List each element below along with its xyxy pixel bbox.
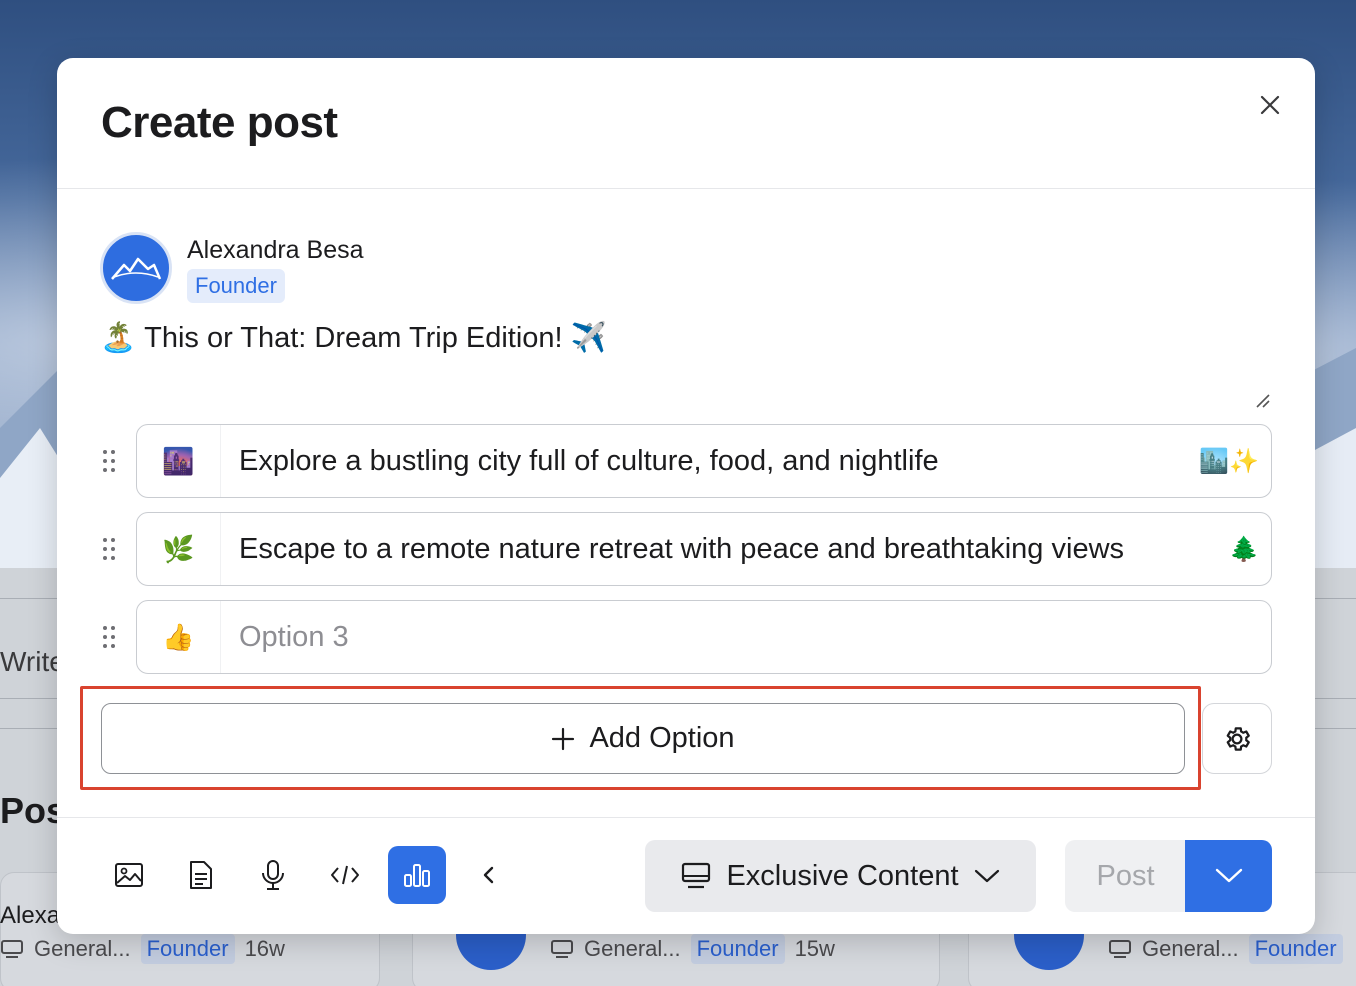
author-role-badge: Founder — [187, 269, 285, 303]
monitor-icon — [682, 862, 711, 889]
poll-icon — [404, 864, 430, 887]
island-emoji: 🏝️ — [100, 322, 137, 354]
poll-option-field: 👍 — [136, 600, 1272, 674]
chevron-down-icon — [1215, 868, 1242, 883]
add-option-button[interactable]: Add Option — [101, 703, 1185, 774]
background-category: General... — [1142, 936, 1239, 961]
background-age: 15w — [794, 936, 835, 961]
add-code-button[interactable] — [316, 846, 374, 904]
gear-icon — [1226, 726, 1250, 751]
poll-settings-button[interactable] — [1202, 703, 1272, 774]
poll-option-row: 🌿 🌲 — [101, 512, 1272, 586]
background-age: 16w — [244, 936, 285, 961]
poll-option-input[interactable] — [221, 513, 1230, 585]
background-post-meta: General... Founder — [1108, 934, 1343, 964]
post-options-dropdown[interactable] — [1185, 840, 1272, 912]
modal-title: Create post — [101, 98, 338, 147]
background-category: General... — [584, 936, 681, 961]
resize-handle-icon[interactable] — [1253, 391, 1271, 409]
monitor-icon — [1109, 940, 1131, 958]
create-post-modal: Create post Alexandra Besa Founder 🏝️ Th… — [57, 58, 1315, 934]
avatar — [100, 232, 172, 304]
background-post-meta: General... Founder 16w — [0, 934, 285, 964]
document-icon — [190, 861, 212, 889]
add-option-label: Add Option — [589, 722, 735, 754]
collapse-toolbar-button[interactable] — [460, 846, 518, 904]
background-badge: Founder — [140, 934, 235, 964]
add-poll-button[interactable] — [388, 846, 446, 904]
background-badge: Founder — [690, 934, 785, 964]
background-category: General... — [34, 936, 131, 961]
footer-divider — [57, 817, 1315, 818]
poll-option-field: 🌿 🌲 — [136, 512, 1272, 586]
close-icon — [1260, 95, 1280, 115]
mountain-logo-icon — [111, 257, 162, 280]
poll-option-input[interactable] — [221, 425, 1200, 497]
chevron-down-icon — [974, 869, 999, 883]
add-image-button[interactable] — [100, 846, 158, 904]
close-button[interactable] — [1253, 88, 1287, 122]
background-post-meta: General... Founder 15w — [550, 934, 835, 964]
poll-option-field: 🌆 🏙️✨ — [136, 424, 1272, 498]
author-name: Alexandra Besa — [187, 236, 364, 264]
option-suffix-emoji: 🌲 — [1229, 535, 1259, 563]
plus-icon — [552, 727, 575, 750]
header-divider — [57, 188, 1315, 189]
post-text: This or That: Dream Trip Edition! — [144, 321, 563, 354]
drag-handle-icon[interactable] — [101, 448, 117, 474]
airplane-emoji: ✈️ — [570, 322, 607, 354]
audience-selector[interactable]: Exclusive Content — [645, 840, 1036, 912]
chevron-left-icon — [483, 866, 494, 884]
background-badge: Founder — [1248, 934, 1343, 964]
background-write-prompt: Write — [0, 646, 65, 677]
option-emoji-picker[interactable]: 🌿 — [137, 513, 221, 585]
audience-label: Exclusive Content — [726, 859, 959, 892]
monitor-icon — [1, 940, 23, 958]
code-icon — [331, 865, 359, 885]
image-icon — [115, 863, 143, 887]
option-suffix-emoji: 🏙️✨ — [1199, 447, 1259, 475]
drag-handle-icon[interactable] — [101, 624, 117, 650]
post-text-editor[interactable]: 🏝️ This or That: Dream Trip Edition! ✈️ — [100, 321, 607, 355]
poll-option-input[interactable] — [221, 601, 1271, 673]
add-document-button[interactable] — [172, 846, 230, 904]
option-emoji-picker[interactable]: 👍 — [137, 601, 221, 673]
add-audio-button[interactable] — [244, 846, 302, 904]
poll-option-row: 👍 — [101, 600, 1272, 674]
monitor-icon — [551, 940, 573, 958]
poll-option-row: 🌆 🏙️✨ — [101, 424, 1272, 498]
post-button[interactable]: Post — [1065, 840, 1186, 912]
microphone-icon — [262, 860, 284, 890]
option-emoji-picker[interactable]: 🌆 — [137, 425, 221, 497]
drag-handle-icon[interactable] — [101, 536, 117, 562]
